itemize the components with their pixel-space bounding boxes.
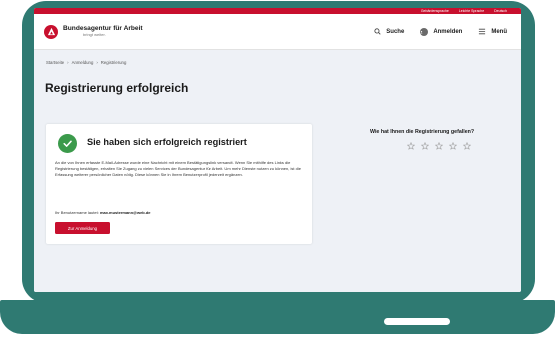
username-prefix: Ihr Benutzername lautet: [55, 210, 99, 215]
hamburger-icon [479, 28, 486, 35]
main-content: Startseite › Anmeldung › Registrierung R… [34, 50, 521, 292]
login-button-header[interactable]: Anmelden [420, 27, 463, 36]
star-icon[interactable] [449, 142, 457, 150]
username-line: Ihr Benutzername lautet: max.mustermann@… [55, 210, 151, 215]
laptop-base [0, 300, 555, 334]
username-value: max.mustermann@web.de [99, 210, 151, 215]
rating-stars [407, 142, 471, 150]
search-label: Suche [386, 28, 405, 35]
breadcrumb-item-registration: Registrierung [100, 60, 127, 65]
breadcrumb-item-home[interactable]: Startseite [46, 60, 64, 65]
breadcrumb-item-login[interactable]: Anmeldung [72, 60, 94, 65]
breadcrumb-chevron-icon: › [96, 60, 98, 65]
laptop-notch [384, 318, 450, 325]
star-icon[interactable] [435, 142, 443, 150]
user-icon [420, 27, 429, 36]
star-icon[interactable] [463, 142, 471, 150]
header-nav: Suche Anmelden Menü [374, 27, 507, 36]
laptop-screen: Gebärdensprache Leichte Sprache Deutsch … [34, 8, 521, 292]
ba-logo-icon[interactable] [44, 24, 58, 39]
breadcrumb: Startseite › Anmeldung › Registrierung [46, 60, 126, 65]
star-icon[interactable] [407, 142, 415, 150]
search-button[interactable]: Suche [374, 28, 404, 35]
star-icon[interactable] [421, 142, 429, 150]
breadcrumb-chevron-icon: › [67, 60, 69, 65]
site-header: Bundesagentur für Arbeit bringt weiter. … [34, 14, 521, 50]
topbar-link-easy-language[interactable]: Leichte Sprache [459, 8, 484, 14]
to-login-button[interactable]: Zur Anmeldung [55, 222, 110, 234]
brand-name: Bundesagentur für Arbeit [63, 24, 143, 32]
page-title: Registrierung erfolgreich [45, 81, 189, 95]
menu-button[interactable]: Menü [478, 28, 507, 35]
topbar-link-sign-language[interactable]: Gebärdensprache [421, 8, 449, 14]
success-heading: Sie haben sich erfolgreich registriert [87, 137, 247, 147]
search-icon [374, 28, 381, 35]
success-card: Sie haben sich erfolgreich registriert A… [46, 124, 312, 244]
menu-label: Menü [491, 28, 507, 35]
success-message: An die von Ihnen erfasste E-Mail-Adresse… [55, 160, 301, 177]
topbar-link-language[interactable]: Deutsch [494, 8, 507, 14]
checkmark-icon [58, 134, 77, 153]
brand: Bundesagentur für Arbeit bringt weiter. [63, 24, 143, 38]
login-label: Anmelden [433, 28, 463, 35]
brand-claim: bringt weiter. [83, 32, 106, 38]
rating-question: Wie hat Ihnen die Registrierung gefallen… [370, 129, 475, 135]
